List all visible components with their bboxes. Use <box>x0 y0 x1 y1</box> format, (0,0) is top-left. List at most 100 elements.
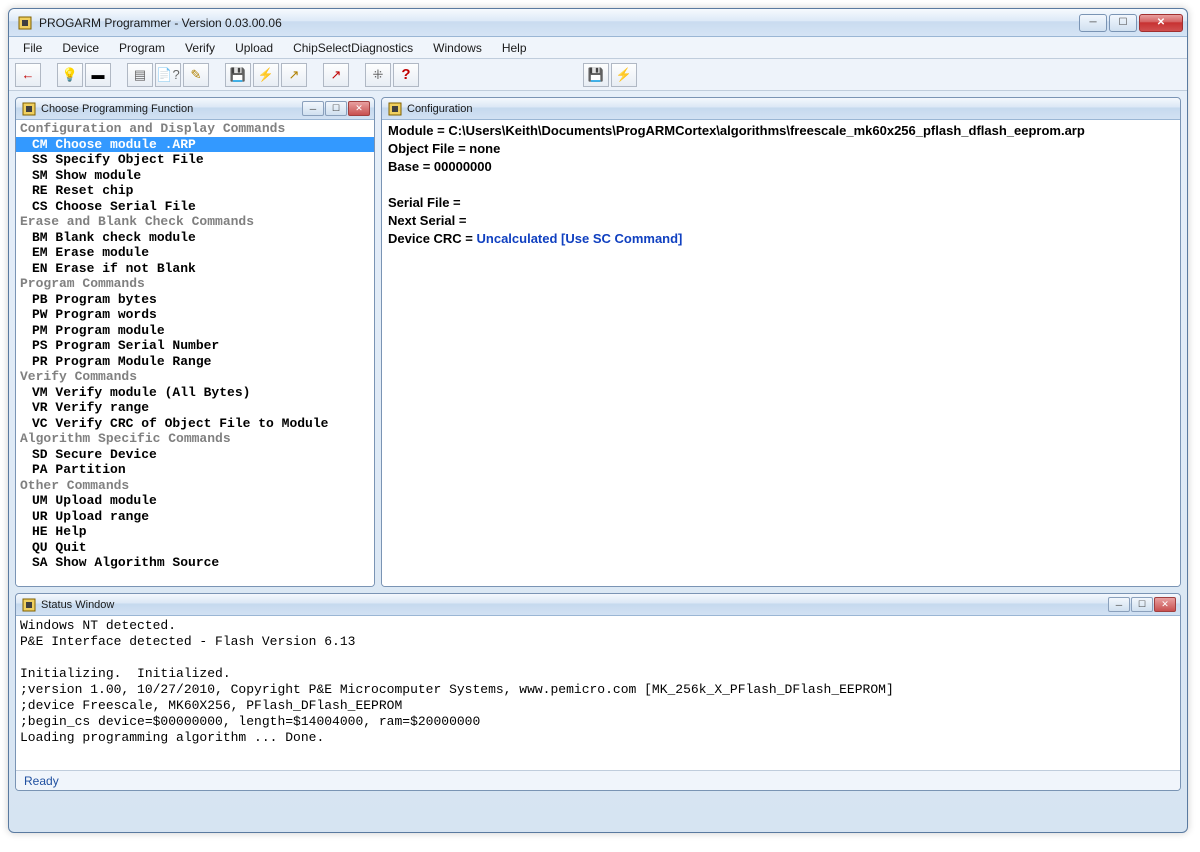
status-title: Status Window <box>41 599 1108 611</box>
crc-link[interactable]: Uncalculated [Use SC Command] <box>477 231 683 246</box>
command-item-sa[interactable]: SA Show Algorithm Source <box>16 555 374 571</box>
choose-function-titlebar[interactable]: Choose Programming Function ─ ☐ ✕ <box>16 98 374 120</box>
command-item-sm[interactable]: SM Show module <box>16 168 374 184</box>
choose-function-panel: Choose Programming Function ─ ☐ ✕ Config… <box>15 97 375 587</box>
panel-icon <box>22 598 36 612</box>
object-file-label: Object File = <box>388 141 469 156</box>
command-item-pm[interactable]: PM Program module <box>16 323 374 339</box>
toolbar: ← 💡 ▬ ▤ 📄? ✎ 💾 ⚡ ↗ ↗ ⁜? 💾 ⚡ <box>9 59 1187 91</box>
choose-function-title: Choose Programming Function <box>41 103 302 115</box>
menu-program[interactable]: Program <box>109 39 175 57</box>
module-value: C:\Users\Keith\Documents\ProgARMCortex\a… <box>448 123 1085 138</box>
command-group-header: Other Commands <box>16 478 374 494</box>
command-group-header: Program Commands <box>16 276 374 292</box>
save-red-button[interactable]: 💾 <box>583 63 609 87</box>
child-maximize-button[interactable]: ☐ <box>325 101 347 116</box>
serial-file-label: Serial File = <box>388 194 1174 212</box>
target-button[interactable]: ⁜ <box>365 63 391 87</box>
save-button-icon: 💾 <box>230 68 246 81</box>
configuration-content: Module = C:\Users\Keith\Documents\ProgAR… <box>382 120 1180 586</box>
chip-button[interactable]: ▬ <box>85 63 111 87</box>
menu-device[interactable]: Device <box>52 39 109 57</box>
maximize-button[interactable]: ☐ <box>1109 14 1137 32</box>
configuration-title: Configuration <box>407 103 1176 115</box>
status-bar: Ready <box>16 770 1180 790</box>
command-item-cm[interactable]: CM Choose module .ARP <box>16 137 374 153</box>
back-button-icon: ← <box>22 68 35 81</box>
child-maximize-button[interactable]: ☐ <box>1131 597 1153 612</box>
close-button[interactable]: ✕ <box>1139 14 1183 32</box>
command-group-header: Verify Commands <box>16 369 374 385</box>
save-lightning-button-icon: ⚡ <box>258 68 274 81</box>
window-button-icon: ▤ <box>134 68 146 81</box>
command-item-pr[interactable]: PR Program Module Range <box>16 354 374 370</box>
menubar: FileDeviceProgramVerifyUploadChipSelectD… <box>9 37 1187 59</box>
command-item-pa[interactable]: PA Partition <box>16 462 374 478</box>
window-button[interactable]: ▤ <box>127 63 153 87</box>
back-button[interactable]: ← <box>15 63 41 87</box>
command-item-bm[interactable]: BM Blank check module <box>16 230 374 246</box>
child-close-button[interactable]: ✕ <box>348 101 370 116</box>
menu-chipselectdiagnostics[interactable]: ChipSelectDiagnostics <box>283 39 423 57</box>
command-item-he[interactable]: HE Help <box>16 524 374 540</box>
light-button[interactable]: 💡 <box>57 63 83 87</box>
command-group-header: Erase and Blank Check Commands <box>16 214 374 230</box>
pencil-button[interactable]: ✎ <box>183 63 209 87</box>
command-item-ps[interactable]: PS Program Serial Number <box>16 338 374 354</box>
command-item-vm[interactable]: VM Verify module (All Bytes) <box>16 385 374 401</box>
module-label: Module = <box>388 123 448 138</box>
command-item-qu[interactable]: QU Quit <box>16 540 374 556</box>
object-file-value: none <box>469 141 500 156</box>
command-group-header: Algorithm Specific Commands <box>16 431 374 447</box>
command-item-um[interactable]: UM Upload module <box>16 493 374 509</box>
export-button-icon: ↗ <box>331 68 342 81</box>
status-panel: Status Window ─ ☐ ✕ Windows NT detected.… <box>15 593 1181 791</box>
menu-upload[interactable]: Upload <box>225 39 283 57</box>
base-value: 00000000 <box>434 159 492 174</box>
flash-button-icon: ⚡ <box>616 68 632 81</box>
save-red-button-icon: 💾 <box>588 68 604 81</box>
file-help-button[interactable]: 📄? <box>155 63 181 87</box>
child-minimize-button[interactable]: ─ <box>1108 597 1130 612</box>
command-item-cs[interactable]: CS Choose Serial File <box>16 199 374 215</box>
command-item-ss[interactable]: SS Specify Object File <box>16 152 374 168</box>
command-item-re[interactable]: RE Reset chip <box>16 183 374 199</box>
configuration-panel: Configuration Module = C:\Users\Keith\Do… <box>381 97 1181 587</box>
command-item-en[interactable]: EN Erase if not Blank <box>16 261 374 277</box>
menu-help[interactable]: Help <box>492 39 537 57</box>
save-lightning-button[interactable]: ⚡ <box>253 63 279 87</box>
save-export-button[interactable]: ↗ <box>281 63 307 87</box>
command-item-em[interactable]: EM Erase module <box>16 245 374 261</box>
menu-windows[interactable]: Windows <box>423 39 492 57</box>
mdi-area: Choose Programming Function ─ ☐ ✕ Config… <box>9 91 1187 832</box>
minimize-button[interactable]: ─ <box>1079 14 1107 32</box>
base-label: Base = <box>388 159 434 174</box>
light-button-icon: 💡 <box>62 68 78 81</box>
save-button[interactable]: 💾 <box>225 63 251 87</box>
window-title: PROGARM Programmer - Version 0.03.00.06 <box>39 16 1079 30</box>
command-item-vr[interactable]: VR Verify range <box>16 400 374 416</box>
help-button-icon: ? <box>401 67 410 82</box>
configuration-titlebar[interactable]: Configuration <box>382 98 1180 120</box>
child-close-button[interactable]: ✕ <box>1154 597 1176 612</box>
chip-button-icon: ▬ <box>92 68 105 81</box>
command-item-vc[interactable]: VC Verify CRC of Object File to Module <box>16 416 374 432</box>
menu-verify[interactable]: Verify <box>175 39 225 57</box>
app-icon <box>17 15 33 31</box>
help-button[interactable]: ? <box>393 63 419 87</box>
command-item-ur[interactable]: UR Upload range <box>16 509 374 525</box>
command-item-sd[interactable]: SD Secure Device <box>16 447 374 463</box>
menu-file[interactable]: File <box>13 39 52 57</box>
export-button[interactable]: ↗ <box>323 63 349 87</box>
child-minimize-button[interactable]: ─ <box>302 101 324 116</box>
status-ready: Ready <box>24 774 59 788</box>
device-crc-label: Device CRC = <box>388 231 477 246</box>
file-help-button-icon: 📄? <box>156 68 179 81</box>
command-item-pb[interactable]: PB Program bytes <box>16 292 374 308</box>
status-log: Windows NT detected. P&E Interface detec… <box>16 616 1180 748</box>
command-item-pw[interactable]: PW Program words <box>16 307 374 323</box>
status-titlebar[interactable]: Status Window ─ ☐ ✕ <box>16 594 1180 616</box>
titlebar[interactable]: PROGARM Programmer - Version 0.03.00.06 … <box>9 9 1187 37</box>
panel-icon <box>388 102 402 116</box>
flash-button[interactable]: ⚡ <box>611 63 637 87</box>
